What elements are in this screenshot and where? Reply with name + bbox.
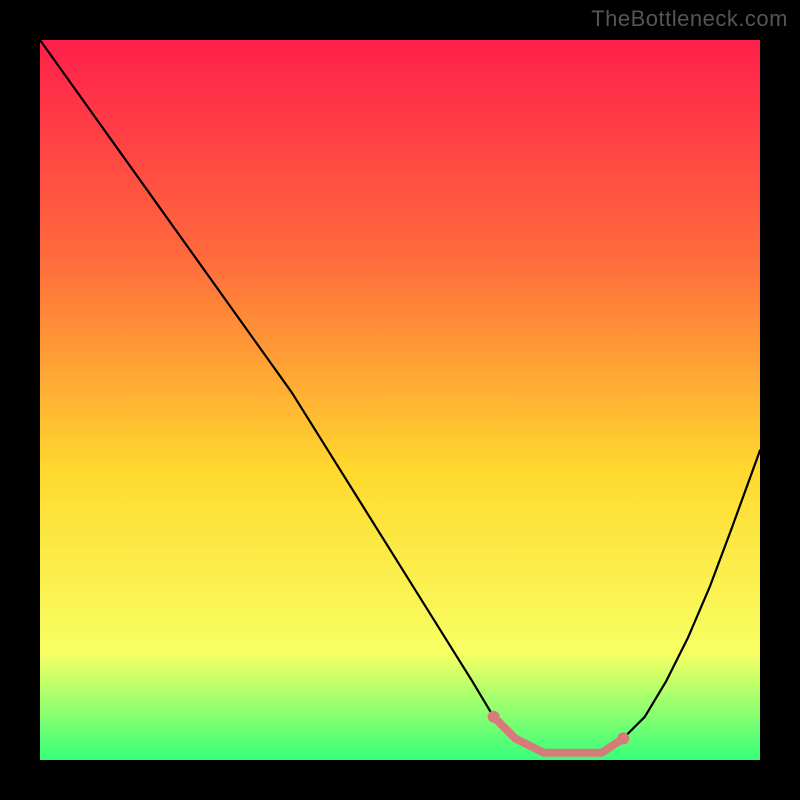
chart-svg [40, 40, 760, 760]
marker-dot [488, 711, 500, 723]
chart-frame: TheBottleneck.com [0, 0, 800, 800]
gradient-bg [40, 40, 760, 760]
watermark-text: TheBottleneck.com [591, 6, 788, 32]
marker-dot [617, 732, 629, 744]
plot-area [40, 40, 760, 760]
